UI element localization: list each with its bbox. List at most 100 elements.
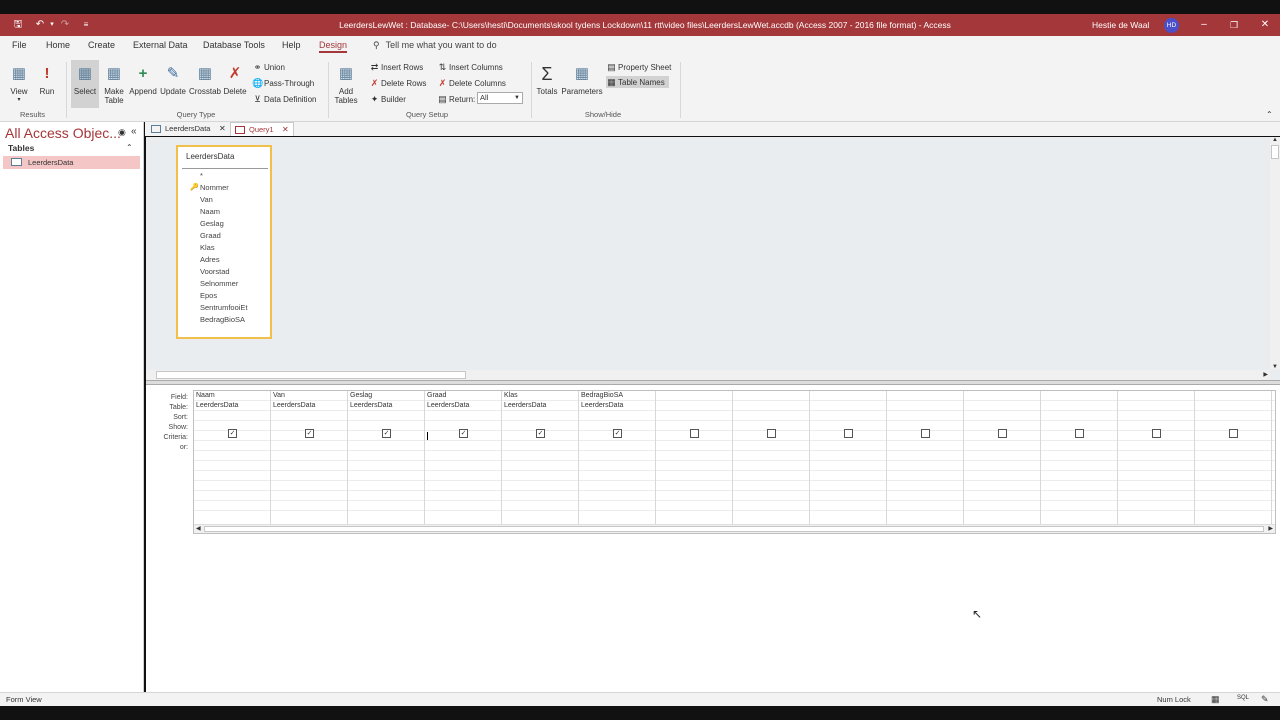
update-button[interactable]: ✎ Update [159, 60, 187, 108]
table-cell[interactable]: LeerdersData [504, 402, 546, 409]
field-cell[interactable]: Van [273, 392, 285, 399]
grid-horizontal-scrollbar[interactable]: ◀ ▶ [194, 524, 1275, 533]
field-item[interactable]: Adres [200, 255, 220, 264]
section-collapse-icon[interactable]: ⌃ [126, 143, 133, 152]
field-list-title[interactable]: LeerdersData [186, 152, 234, 161]
append-button[interactable]: + Append [128, 60, 158, 108]
show-checkbox[interactable] [1075, 429, 1084, 438]
show-checkbox[interactable]: ✓ [305, 429, 314, 438]
save-icon[interactable]: 🖫 [10, 17, 26, 33]
show-checkbox[interactable] [767, 429, 776, 438]
avatar[interactable]: HD [1164, 18, 1179, 33]
make-table-button[interactable]: ▦ Make Table [101, 60, 127, 108]
show-checkbox[interactable] [921, 429, 930, 438]
query-design-grid[interactable]: Naam LeerdersData ✓ Van LeerdersData ✓ G… [193, 390, 1276, 534]
grid-column[interactable] [1041, 391, 1118, 524]
sql-view-icon[interactable]: SQL [1237, 695, 1249, 701]
field-item[interactable]: Van [200, 195, 213, 204]
scroll-down-icon[interactable]: ▼ [1272, 364, 1278, 370]
restore-icon[interactable]: ❐ [1226, 17, 1242, 33]
scroll-thumb[interactable] [1271, 145, 1279, 159]
datasheet-view-icon[interactable]: ▦ [1211, 694, 1220, 705]
delete-columns-button[interactable]: ✗ Delete Columns [437, 77, 506, 89]
tell-me-search[interactable]: ⚲ Tell me what you want to do [373, 40, 497, 51]
show-checkbox[interactable]: ✓ [382, 429, 391, 438]
collapse-pane-icon[interactable]: « [131, 126, 137, 137]
table-cell[interactable]: LeerdersData [427, 402, 469, 409]
close-icon[interactable]: ✕ [1257, 17, 1273, 33]
tab-help[interactable]: Help [282, 40, 301, 50]
field-item[interactable]: Naam [200, 207, 220, 216]
field-cell[interactable]: Geslag [350, 392, 372, 399]
table-cell[interactable]: LeerdersData [273, 402, 315, 409]
data-definition-button[interactable]: ⊻ Data Definition [252, 93, 316, 105]
grid-column[interactable] [964, 391, 1041, 524]
show-checkbox[interactable]: ✓ [459, 429, 468, 438]
scroll-right-icon[interactable]: ▶ [1263, 371, 1268, 378]
pass-through-button[interactable]: 🌐Pass-Through [252, 77, 314, 89]
select-query-button[interactable]: ▦ Select [71, 60, 99, 108]
vertical-scrollbar[interactable]: ▲ ▼ [1270, 137, 1280, 370]
field-item[interactable]: Selnommer [200, 279, 238, 288]
return-select[interactable]: All ▼ [477, 92, 523, 104]
insert-columns-button[interactable]: ⇅ Insert Columns [437, 61, 503, 73]
insert-rows-button[interactable]: ⇄ Insert Rows [369, 61, 424, 73]
doc-tab-query1[interactable]: Query1 ✕ [230, 122, 294, 136]
run-button[interactable]: ! Run [36, 60, 58, 108]
tab-file[interactable]: File [12, 40, 27, 50]
grid-column[interactable]: Van LeerdersData ✓ [271, 391, 348, 524]
grid-column[interactable]: Graad LeerdersData ✓ [425, 391, 502, 524]
grid-column[interactable] [656, 391, 733, 524]
field-list-leerdersdata[interactable]: LeerdersData * 🔑 Nommer Van Naam Geslag … [176, 145, 272, 339]
show-checkbox[interactable] [690, 429, 699, 438]
nav-options-icon[interactable]: ◉ [118, 127, 126, 138]
field-item[interactable]: Geslag [200, 219, 224, 228]
builder-button[interactable]: ✦ Builder [369, 93, 406, 105]
field-item[interactable]: BedragBioSA [200, 315, 245, 324]
grid-column[interactable] [887, 391, 964, 524]
field-item[interactable]: Graad [200, 231, 221, 240]
customize-toolbar-icon[interactable]: ≡ [78, 17, 94, 33]
collapse-ribbon-icon[interactable]: ⌃ [1266, 110, 1273, 119]
scroll-thumb[interactable] [204, 526, 1264, 532]
delete-query-button[interactable]: ✗ Delete [222, 60, 248, 108]
tab-external-data[interactable]: External Data [133, 40, 188, 50]
field-item[interactable]: Nommer [200, 183, 229, 192]
scroll-up-icon[interactable]: ▲ [1272, 137, 1278, 143]
nav-section-tables[interactable]: Tables [8, 143, 34, 153]
scroll-left-icon[interactable]: ◀ [196, 525, 201, 532]
field-cell[interactable]: BedragBioSA [581, 392, 623, 399]
table-cell[interactable]: LeerdersData [350, 402, 392, 409]
union-button[interactable]: ⚭ Union [252, 61, 285, 73]
field-item[interactable]: * [200, 171, 203, 180]
show-checkbox[interactable]: ✓ [613, 429, 622, 438]
view-button[interactable]: ▦ View ▾ [6, 60, 32, 108]
minimize-icon[interactable]: – [1196, 17, 1212, 33]
nav-pane-title[interactable]: All Access Objec... [5, 125, 121, 141]
tab-design[interactable]: Design [319, 40, 348, 53]
grid-column[interactable]: BedragBioSA LeerdersData ✓ [579, 391, 656, 524]
field-item[interactable]: SentrumfooiEt [200, 303, 248, 312]
tab-home[interactable]: Home [46, 40, 70, 50]
show-checkbox[interactable] [998, 429, 1007, 438]
parameters-button[interactable]: ▦ Parameters [561, 60, 603, 108]
field-item[interactable]: Klas [200, 243, 215, 252]
user-name[interactable]: Hestie de Waal [1092, 14, 1149, 36]
close-tab-icon[interactable]: ✕ [282, 123, 289, 137]
scroll-thumb[interactable] [156, 371, 466, 379]
field-item[interactable]: Epos [200, 291, 217, 300]
grid-column[interactable] [733, 391, 810, 524]
grid-column[interactable] [1195, 391, 1272, 524]
design-view-icon[interactable]: ✎ [1261, 694, 1269, 705]
field-cell[interactable]: Naam [196, 392, 215, 399]
delete-rows-button[interactable]: ✗ Delete Rows [369, 77, 427, 89]
show-checkbox[interactable] [1229, 429, 1238, 438]
field-cell[interactable]: Graad [427, 392, 446, 399]
tab-database-tools[interactable]: Database Tools [203, 40, 265, 50]
close-tab-icon[interactable]: ✕ [219, 122, 226, 136]
doc-tab-leerdersdata[interactable]: LeerdersData ✕ [147, 122, 229, 136]
property-sheet-button[interactable]: ▤ Property Sheet [606, 61, 671, 73]
grid-column[interactable]: Naam LeerdersData ✓ [194, 391, 271, 524]
query-design-upper-pane[interactable]: LeerdersData * 🔑 Nommer Van Naam Geslag … [146, 137, 1280, 380]
add-tables-button[interactable]: ▦ Add Tables [333, 60, 359, 108]
